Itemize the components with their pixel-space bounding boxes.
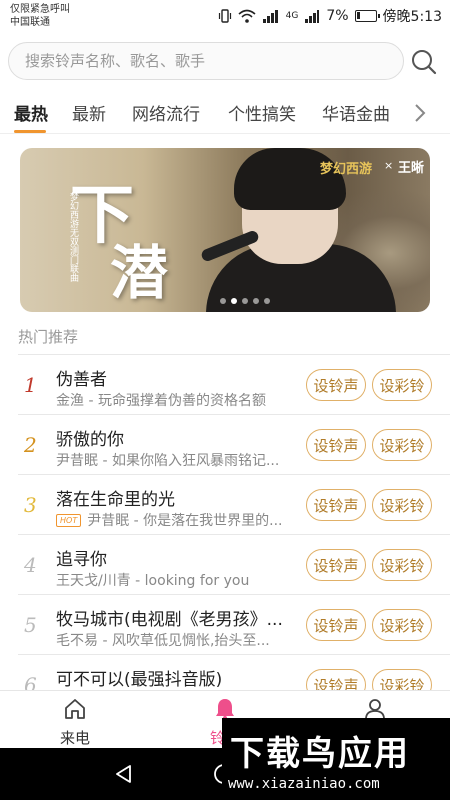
song-meta-row: HOT 尹昔眠 - 你是落在我世界里的... [56, 510, 304, 530]
pagination-dot [242, 298, 248, 304]
watermark-brand: 下载鸟应用 [230, 734, 410, 774]
promo-banner[interactable]: 下 潜 梦幻西游无双测门联曲 梦幻西游 × 王晰 [20, 148, 430, 312]
network-type: 4G [285, 11, 299, 21]
pagination-dot [253, 298, 259, 304]
song-meta: 金渔 - 玩命强撑着伪善的资格名额 [56, 393, 266, 409]
song-rank: 4 [24, 553, 37, 577]
status-bar: 仅限紧急呼叫 中国联通 4G 7% 傍晚5:13 [0, 0, 450, 32]
set-ringtone-button[interactable]: 设铃声 [306, 429, 366, 461]
song-row[interactable]: 5 牧马城市(电视剧《老男孩》... 毛不易 - 风吹草低见惆怅,抬头至... … [18, 594, 450, 654]
banner-logo-separator: × [384, 159, 394, 172]
song-title: 骄傲的你 [56, 430, 124, 450]
song-title: 可不可以(最强抖音版) [56, 670, 223, 690]
search-box[interactable] [8, 42, 404, 80]
section-title: 热门推荐 [18, 328, 79, 346]
nav-label: 来电 [59, 729, 90, 747]
set-ringtone-button[interactable]: 设铃声 [306, 369, 366, 401]
song-meta: 尹昔眠 - 你是落在我世界里的... [87, 513, 283, 529]
set-crbt-button[interactable]: 设彩铃 [372, 489, 432, 521]
tab-funny[interactable]: 个性搞笑 [228, 100, 296, 125]
tab-newest[interactable]: 最新 [72, 100, 106, 125]
pagination-dot [264, 298, 270, 304]
banner-subtitle: 梦幻西游无双测门联曲 [68, 192, 78, 282]
song-row[interactable]: 3 落在生命里的光 HOT 尹昔眠 - 你是落在我世界里的... 设铃声 设彩铃 [18, 474, 450, 534]
signal-icon-2 [304, 9, 320, 23]
song-title: 伪善者 [56, 370, 107, 390]
banner-title-char2: 潜 [110, 239, 169, 307]
tab-hottest[interactable]: 最热 [14, 100, 48, 125]
battery-icon [354, 10, 380, 22]
song-rank: 5 [24, 613, 37, 637]
carrier-line2: 中国联通 [10, 17, 50, 28]
battery-percent: 7% [326, 8, 349, 24]
set-crbt-button[interactable]: 设彩铃 [372, 429, 432, 461]
home-icon [63, 697, 87, 721]
pagination-dot [220, 298, 226, 304]
carrier-info: 仅限紧急呼叫 中国联通 [10, 3, 70, 29]
search-input[interactable] [9, 43, 403, 79]
status-icons: 4G 7% 傍晚5:13 [218, 6, 442, 26]
set-ringtone-button[interactable]: 设铃声 [306, 489, 366, 521]
carrier-line1: 仅限紧急呼叫 [10, 4, 70, 15]
song-title: 追寻你 [56, 550, 107, 570]
search-icon[interactable] [410, 48, 438, 76]
tab-internet-popular[interactable]: 网络流行 [132, 100, 200, 125]
wifi-icon [238, 9, 256, 23]
song-rank: 1 [24, 373, 37, 397]
banner-logo-artist: 王晰 [398, 161, 425, 176]
vibrate-icon [218, 9, 232, 23]
song-title: 牧马城市(电视剧《老男孩》... [56, 610, 283, 630]
banner-logo-game: 梦幻西游 [320, 162, 373, 177]
banner-pagination [220, 298, 270, 306]
song-row[interactable]: 2 骄傲的你 尹昔眠 - 如果你陷入狂风暴雨铭记... 设铃声 设彩铃 [18, 414, 450, 474]
set-crbt-button[interactable]: 设彩铃 [372, 549, 432, 581]
song-rank: 3 [24, 493, 37, 517]
back-icon[interactable] [112, 762, 136, 786]
pagination-dot-active [231, 298, 237, 304]
set-crbt-button[interactable]: 设彩铃 [372, 609, 432, 641]
site-watermark: 下载鸟应用 www.xiazainiao.com [222, 718, 450, 800]
hot-badge: HOT [56, 514, 82, 527]
song-rank: 2 [24, 433, 37, 457]
signal-icon [262, 9, 280, 23]
song-meta: 毛不易 - 风吹草低见惆怅,抬头至... [56, 633, 270, 649]
tab-chinese-classics[interactable]: 华语金曲 [322, 100, 390, 125]
active-tab-indicator [14, 130, 46, 133]
category-tabs: 最热 最新 网络流行 个性搞笑 华语金曲 [0, 92, 450, 134]
set-ringtone-button[interactable]: 设铃声 [306, 609, 366, 641]
set-ringtone-button[interactable]: 设铃声 [306, 549, 366, 581]
song-meta: 尹昔眠 - 如果你陷入狂风暴雨铭记... [56, 453, 280, 469]
search-bar [0, 40, 450, 84]
song-title: 落在生命里的光 [56, 490, 175, 510]
nav-incoming-call[interactable]: 来电 [0, 691, 150, 749]
song-meta: 王天戈/川青 - looking for you [56, 573, 250, 589]
set-crbt-button[interactable]: 设彩铃 [372, 369, 432, 401]
song-row[interactable]: 4 追寻你 王天戈/川青 - looking for you 设铃声 设彩铃 [18, 534, 450, 594]
watermark-url: www.xiazainiao.com [228, 776, 380, 792]
song-row[interactable]: 1 伪善者 金渔 - 玩命强撑着伪善的资格名额 设铃声 设彩铃 [18, 354, 450, 414]
chevron-right-icon[interactable] [410, 102, 430, 124]
clock: 傍晚5:13 [382, 9, 442, 25]
